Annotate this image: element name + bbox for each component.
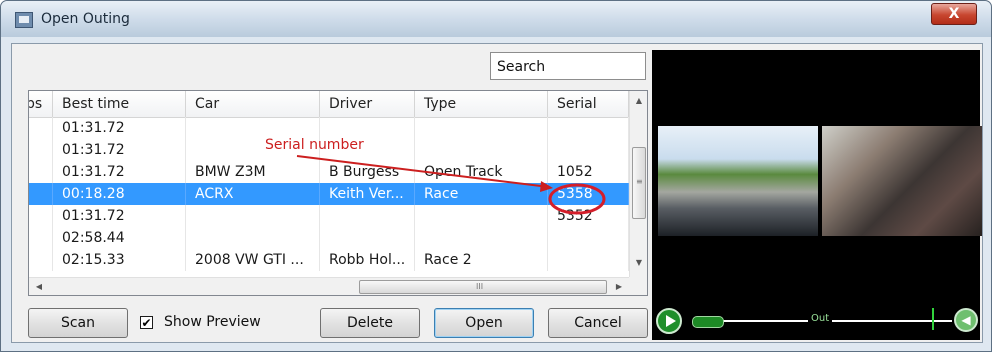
scroll-right-arrow-icon[interactable]: ▶ <box>611 278 627 295</box>
cell-driver <box>320 205 415 227</box>
cell-car <box>186 205 320 227</box>
scroll-left-arrow-icon[interactable]: ◀ <box>31 278 47 295</box>
cell-laps <box>29 205 53 227</box>
out-marker-label: Out <box>808 313 833 324</box>
vertical-scroll-thumb[interactable]: ≡ <box>632 147 646 219</box>
cell-car <box>186 227 320 249</box>
show-preview-label: Show Preview <box>164 314 261 330</box>
scroll-down-arrow-icon[interactable]: ▼ <box>630 255 647 271</box>
vertical-scrollbar[interactable]: ▲ ≡ ▼ <box>629 91 647 277</box>
scrollbar-corner <box>629 277 647 295</box>
serial-number-annotation: Serial number <box>265 137 364 153</box>
close-button[interactable]: X <box>931 3 977 25</box>
cell-best-time: 02:15.33 <box>53 249 186 271</box>
open-button[interactable]: Open <box>434 308 534 338</box>
cell-laps <box>29 117 53 139</box>
table-row[interactable]: 00:18.28 ACRX Keith Ver... Race 5358 <box>29 183 629 205</box>
cell-serial <box>548 139 629 161</box>
cell-best-time: 01:31.72 <box>53 139 186 161</box>
out-marker-handle[interactable] <box>932 308 934 330</box>
cell-type <box>415 139 548 161</box>
cell-laps <box>29 139 53 161</box>
cell-type: Race 2 <box>415 249 548 271</box>
cell-car: ACRX <box>186 183 320 205</box>
column-header-laps[interactable]: ps <box>29 91 53 117</box>
cell-type: Race <box>415 183 548 205</box>
cell-driver: Robb Hol... <box>320 249 415 271</box>
scroll-up-arrow-icon[interactable]: ▲ <box>630 93 647 109</box>
checkmark-icon: ✔ <box>141 316 152 330</box>
column-header-type[interactable]: Type <box>415 91 548 117</box>
table-row[interactable]: 01:31.72 5352 <box>29 205 629 227</box>
cell-serial: 5358 <box>548 183 629 205</box>
table-row[interactable]: 01:31.72 BMW Z3M B Burgess Open Track 1052 <box>29 161 629 183</box>
cell-serial: 5352 <box>548 205 629 227</box>
cell-type <box>415 205 548 227</box>
cell-best-time: 01:31.72 <box>53 205 186 227</box>
play-icon[interactable] <box>656 308 682 334</box>
cell-best-time: 01:31.72 <box>53 117 186 139</box>
table-row[interactable]: 01:31.72 <box>29 117 629 139</box>
table-header: ps Best time Car Driver Type Serial <box>29 91 629 118</box>
scroll-grip-icon: III <box>476 282 484 291</box>
cell-driver <box>320 227 415 249</box>
dialog-body: Search ps Best time Car Driver Type Seri… <box>11 43 983 343</box>
volume-icon[interactable]: ◀ <box>954 308 978 332</box>
cell-type: Open Track <box>415 161 548 183</box>
cancel-button[interactable]: Cancel <box>548 308 648 338</box>
horizontal-scrollbar[interactable]: ◀ III ▶ <box>29 277 629 295</box>
video-front-camera <box>658 126 818 236</box>
cell-serial <box>548 249 629 271</box>
video-cabin-camera <box>822 126 982 236</box>
cell-serial <box>548 227 629 249</box>
cell-car: BMW Z3M <box>186 161 320 183</box>
open-outing-window: Open Outing X Search ps Best time Car Dr… <box>0 0 992 352</box>
cell-driver <box>320 117 415 139</box>
cell-type <box>415 117 548 139</box>
timeline-track[interactable] <box>722 320 952 322</box>
app-window-icon <box>15 12 33 28</box>
window-title: Open Outing <box>41 11 130 27</box>
delete-button[interactable]: Delete <box>320 308 420 338</box>
cell-laps <box>29 249 53 271</box>
show-preview-checkbox[interactable]: ✔ <box>140 316 153 329</box>
cell-serial <box>548 117 629 139</box>
cell-driver: B Burgess <box>320 161 415 183</box>
cell-laps <box>29 183 53 205</box>
column-header-car[interactable]: Car <box>186 91 320 117</box>
video-preview-panel: Out ◀ <box>652 50 982 340</box>
cell-car <box>186 117 320 139</box>
table-row[interactable]: 02:58.44 <box>29 227 629 249</box>
column-header-driver[interactable]: Driver <box>320 91 415 117</box>
cell-laps <box>29 227 53 249</box>
cell-driver: Keith Ver... <box>320 183 415 205</box>
column-header-serial[interactable]: Serial <box>548 91 629 117</box>
cell-car: 2008 VW GTI ... <box>186 249 320 271</box>
scan-button[interactable]: Scan <box>28 308 128 338</box>
horizontal-scroll-thumb[interactable]: III <box>359 280 607 294</box>
cell-serial: 1052 <box>548 161 629 183</box>
column-header-best-time[interactable]: Best time <box>53 91 186 117</box>
cell-laps <box>29 161 53 183</box>
cell-best-time: 01:31.72 <box>53 161 186 183</box>
scroll-grip-icon: ≡ <box>636 177 643 186</box>
timeline-position-handle[interactable] <box>692 316 724 328</box>
cell-best-time: 00:18.28 <box>53 183 186 205</box>
search-input[interactable]: Search <box>490 52 646 80</box>
title-bar[interactable]: Open Outing X <box>1 1 991 37</box>
cell-type <box>415 227 548 249</box>
cell-best-time: 02:58.44 <box>53 227 186 249</box>
table-row[interactable]: 02:15.33 2008 VW GTI ... Robb Hol... Race 2 <box>29 249 629 271</box>
outings-table: ps Best time Car Driver Type Serial 01:3… <box>28 90 648 296</box>
